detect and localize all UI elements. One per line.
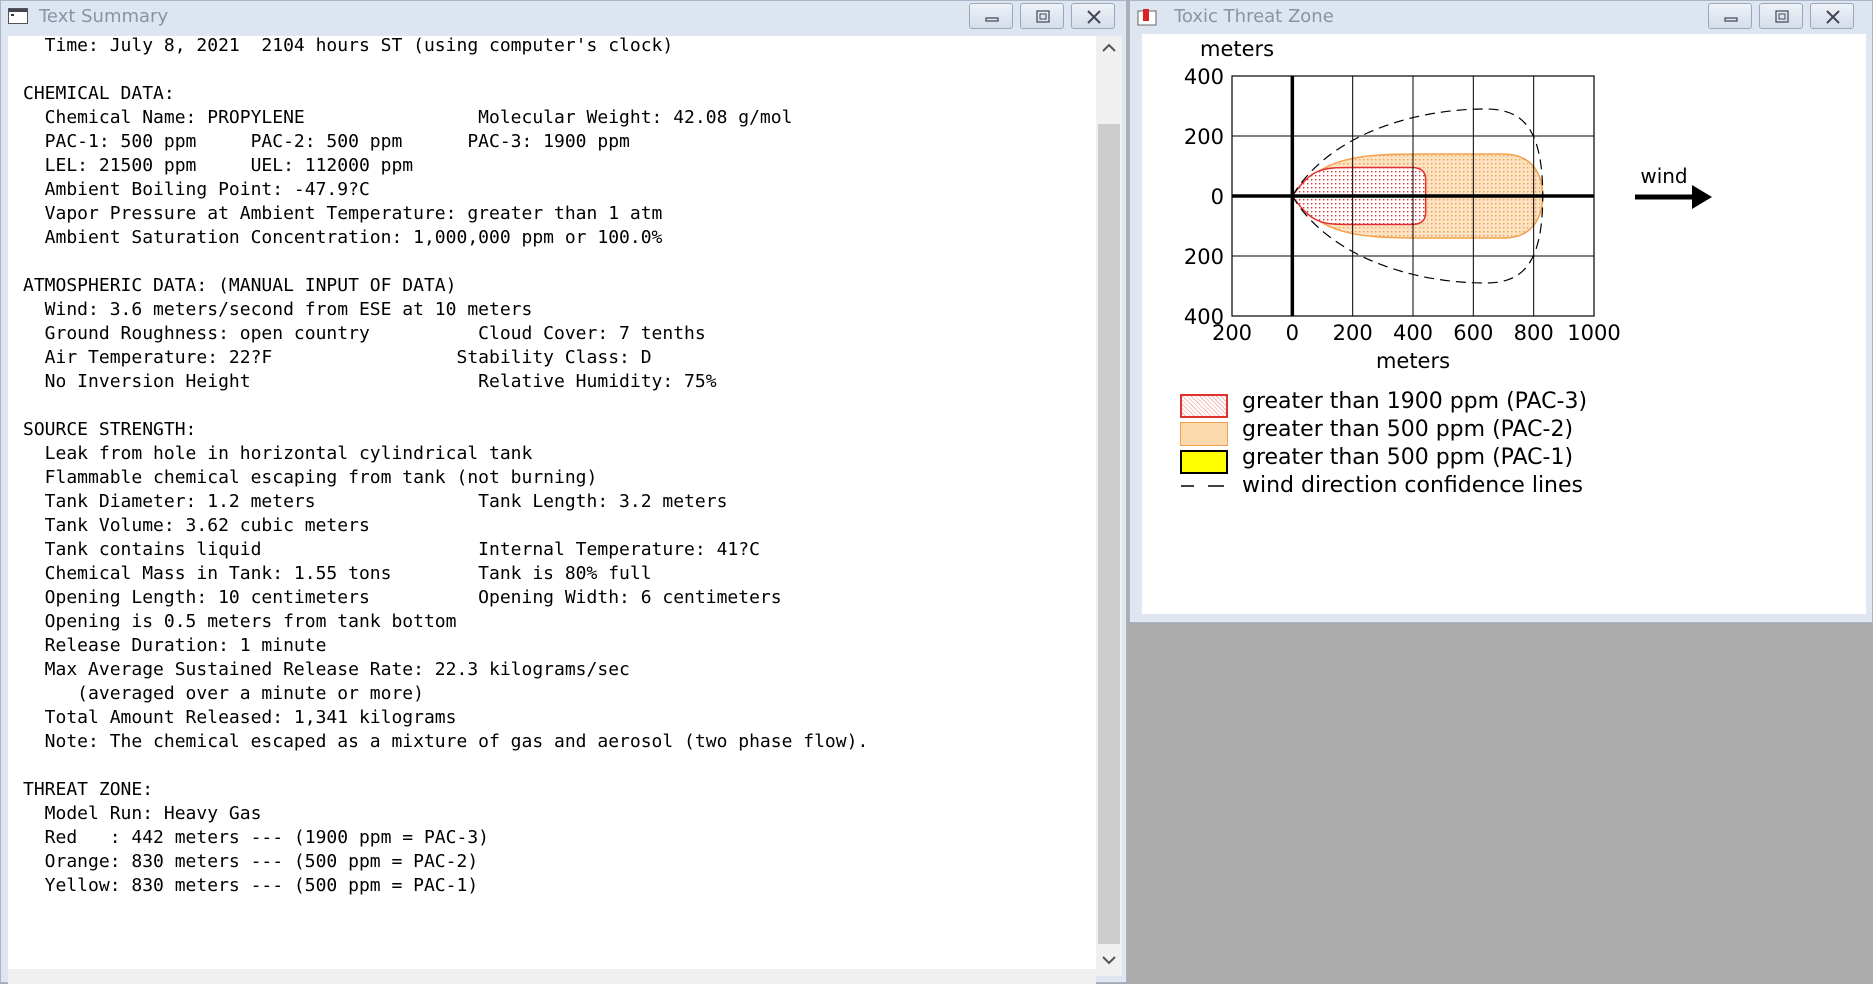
x-tick-label: 600 bbox=[1453, 321, 1493, 345]
wind-arrowhead-icon bbox=[1692, 185, 1712, 209]
summary-line: SOURCE STRENGTH: bbox=[23, 419, 197, 440]
summary-line: Air Temperature: 22?F Stability Class: D bbox=[23, 347, 652, 368]
summary-line: CHEMICAL DATA: bbox=[23, 83, 175, 104]
y-tick-label: 200 bbox=[1184, 245, 1224, 269]
summary-line: Wind: 3.6 meters/second from ESE at 10 m… bbox=[23, 299, 533, 320]
app-window-icon bbox=[1137, 8, 1157, 31]
summary-line: Note: The chemical escaped as a mixture … bbox=[23, 731, 869, 752]
toxic-threat-zone-window[interactable]: Toxic Threat Zone 200 0 200 400 600 800 1000 40 bbox=[1129, 0, 1873, 623]
summary-line: Chemical Name: PROPYLENE Molecular Weigh… bbox=[23, 107, 793, 128]
threat-zone-titlebar[interactable]: Toxic Threat Zone bbox=[1130, 1, 1872, 34]
scroll-up-icon[interactable] bbox=[1101, 42, 1117, 54]
summary-line: Ambient Saturation Concentration: 1,000,… bbox=[23, 227, 663, 248]
summary-line: Max Average Sustained Release Rate: 22.3… bbox=[23, 659, 630, 680]
summary-line: Ambient Boiling Point: -47.9?C bbox=[23, 179, 370, 200]
y-tick-label: 0 bbox=[1211, 185, 1224, 209]
summary-line: Flammable chemical escaping from tank (n… bbox=[23, 467, 598, 488]
summary-line: Tank Volume: 3.62 cubic meters bbox=[23, 515, 370, 536]
summary-line: Release Duration: 1 minute bbox=[23, 635, 327, 656]
summary-line: Tank Diameter: 1.2 meters Tank Length: 3… bbox=[23, 491, 728, 512]
x-tick-label: 1000 bbox=[1567, 321, 1620, 345]
app-window-icon bbox=[8, 8, 28, 29]
y-axis-label: meters bbox=[1200, 37, 1274, 61]
summary-line: Chemical Mass in Tank: 1.55 tons Tank is… bbox=[23, 563, 652, 584]
summary-line: Vapor Pressure at Ambient Temperature: g… bbox=[23, 203, 663, 224]
legend-swatch-pac3 bbox=[1180, 394, 1228, 418]
y-tick-label: 200 bbox=[1184, 125, 1224, 149]
close-button[interactable] bbox=[1810, 3, 1854, 29]
legend-label-pac2: greater than 500 ppm (PAC-2) bbox=[1242, 417, 1574, 442]
x-axis-label: meters bbox=[1376, 349, 1450, 373]
legend-swatch-pac1 bbox=[1180, 450, 1228, 474]
threat-zone-canvas: 200 0 200 400 600 800 1000 400 200 0 200 400 meters m… bbox=[1142, 34, 1866, 614]
summary-line: Ground Roughness: open country Cloud Cov… bbox=[23, 323, 706, 344]
summary-line: LEL: 21500 ppm UEL: 112000 ppm bbox=[23, 155, 414, 176]
legend-label-pac1: greater than 500 ppm (PAC-1) bbox=[1242, 445, 1574, 470]
x-tick-label: 200 bbox=[1333, 321, 1373, 345]
summary-line: THREAT ZONE: bbox=[23, 779, 154, 800]
summary-line: (averaged over a minute or more) bbox=[23, 683, 424, 704]
text-summary-titlebar[interactable]: Text Summary bbox=[1, 1, 1126, 34]
legend-label-confidence-lines: wind direction confidence lines bbox=[1242, 473, 1583, 498]
summary-line: Orange: 830 meters --- (500 ppm = PAC-2) bbox=[23, 851, 479, 872]
wind-label: wind bbox=[1640, 164, 1687, 188]
text-summary-title: Text Summary bbox=[39, 6, 169, 27]
text-summary-content[interactable]: Time: July 8, 2021 2104 hours ST (using … bbox=[8, 36, 1096, 976]
summary-line: No Inversion Height Relative Humidity: 7… bbox=[23, 371, 717, 392]
x-tick-label: 400 bbox=[1393, 321, 1433, 345]
legend-swatch-confidence-lines bbox=[1181, 485, 1224, 487]
maximize-button[interactable] bbox=[1020, 3, 1064, 29]
summary-line: Leak from hole in horizontal cylindrical… bbox=[23, 443, 533, 464]
y-tick-label: 400 bbox=[1184, 305, 1224, 329]
scroll-thumb[interactable] bbox=[1098, 124, 1120, 944]
summary-line: PAC-1: 500 ppm PAC-2: 500 ppm PAC-3: 190… bbox=[23, 131, 630, 152]
summary-line: Tank contains liquid Internal Temperatur… bbox=[23, 539, 760, 560]
minimize-button[interactable] bbox=[1708, 3, 1752, 29]
minimize-button[interactable] bbox=[969, 3, 1013, 29]
legend-label-pac3: greater than 1900 ppm (PAC-3) bbox=[1242, 389, 1588, 414]
summary-line: Total Amount Released: 1,341 kilograms bbox=[23, 707, 457, 728]
summary-line: Opening Length: 10 centimeters Opening W… bbox=[23, 587, 782, 608]
maximize-button[interactable] bbox=[1759, 3, 1803, 29]
summary-line: ATMOSPHERIC DATA: (MANUAL INPUT OF DATA) bbox=[23, 275, 457, 296]
legend-swatch-pac2 bbox=[1180, 422, 1228, 446]
text-summary-window[interactable]: Text Summary Time: July 8, 2021 2104 hou… bbox=[0, 0, 1127, 984]
summary-line: Yellow: 830 meters --- (500 ppm = PAC-1) bbox=[23, 875, 479, 896]
summary-line: Model Run: Heavy Gas bbox=[23, 803, 262, 824]
horizontal-scrollbar[interactable] bbox=[8, 969, 1096, 984]
scroll-down-icon[interactable] bbox=[1101, 954, 1117, 966]
y-tick-label: 400 bbox=[1184, 65, 1224, 89]
summary-line: Opening is 0.5 meters from tank bottom bbox=[23, 611, 457, 632]
vertical-scrollbar[interactable] bbox=[1096, 36, 1122, 976]
summary-line: Time: July 8, 2021 2104 hours ST (using … bbox=[23, 36, 674, 56]
summary-line: Red : 442 meters --- (1900 ppm = PAC-3) bbox=[23, 827, 489, 848]
x-tick-label: 0 bbox=[1286, 321, 1299, 345]
close-button[interactable] bbox=[1071, 3, 1115, 29]
x-tick-label: 800 bbox=[1514, 321, 1554, 345]
threat-zone-title: Toxic Threat Zone bbox=[1174, 6, 1334, 27]
